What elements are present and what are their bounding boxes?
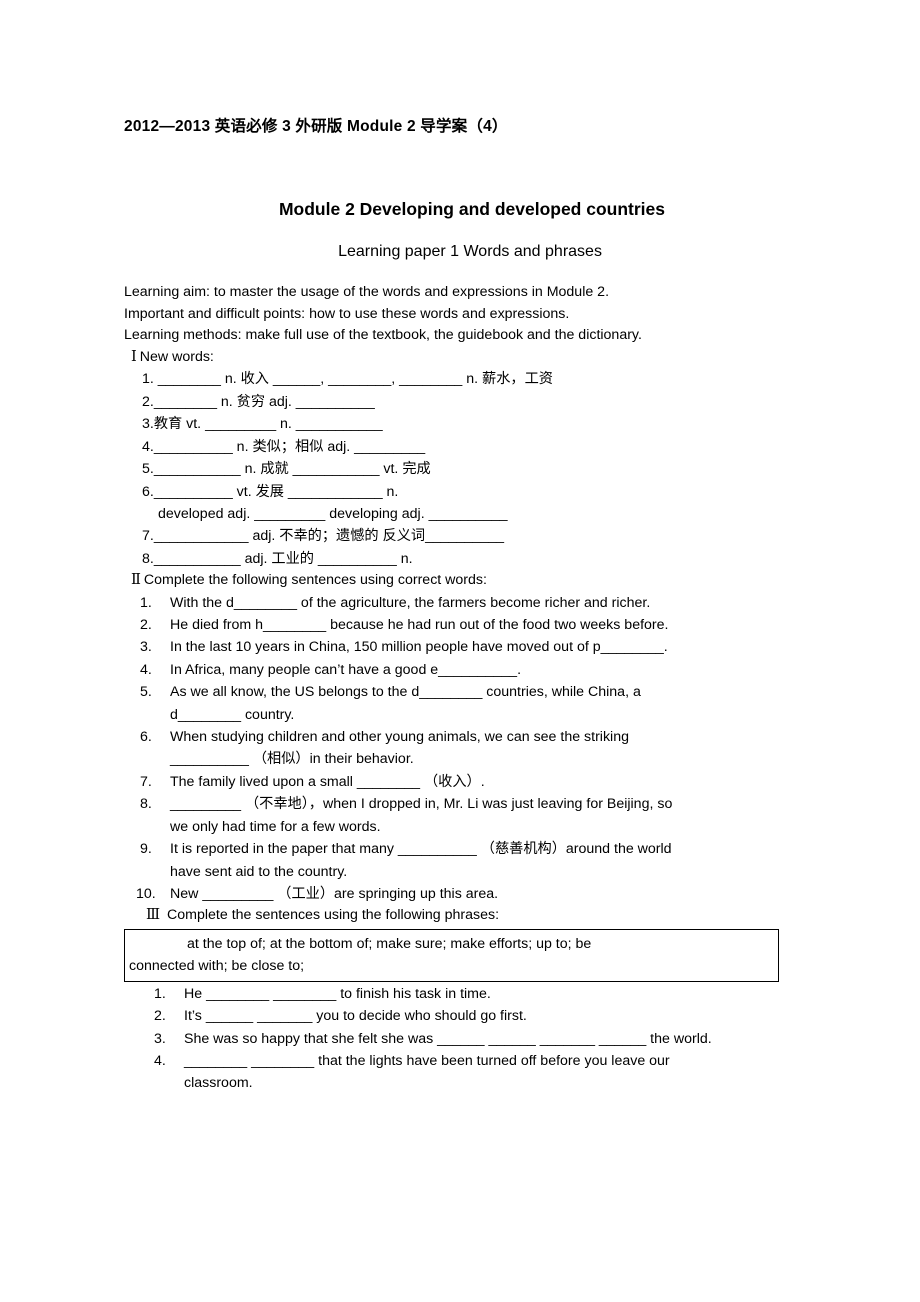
exercise-text: In the last 10 years in China, 150 milli… bbox=[170, 639, 668, 656]
section-two-list: 1. With the d________ of the agriculture… bbox=[124, 592, 794, 906]
learning-methods: Learning methods: make full use of the t… bbox=[124, 327, 642, 344]
new-word-row-continuation: developed adj. _________ developing adj.… bbox=[158, 505, 508, 522]
exercise-text: When studying children and other young a… bbox=[170, 729, 629, 746]
exercise-number: 9. bbox=[140, 841, 152, 858]
exercise-number: 3. bbox=[154, 1030, 166, 1047]
exercise-item: 4. In Africa, many people can’t have a g… bbox=[124, 659, 794, 681]
new-words-list: 1. ________ n. 收入 ______, ________, ____… bbox=[124, 368, 794, 570]
exercise-number: 8. bbox=[140, 796, 152, 813]
section-one-heading: Ⅰ New words: bbox=[124, 347, 794, 369]
phrase-bank-line: at the top of; at the bottom of; make su… bbox=[187, 935, 592, 952]
exercise-number: 4. bbox=[140, 661, 152, 678]
exercise-text-continuation: d________ country. bbox=[170, 706, 295, 723]
exercise-text: In Africa, many people can’t have a good… bbox=[170, 661, 522, 678]
exercise-item: 6. When studying children and other youn… bbox=[124, 726, 794, 771]
module-title: Module 2 Developing and developed countr… bbox=[278, 198, 666, 219]
exercise-number: 7. bbox=[140, 773, 152, 790]
important-points: Important and difficult points: how to u… bbox=[124, 305, 570, 322]
exercise-text: It is reported in the paper that many __… bbox=[170, 841, 672, 858]
exercise-item: 2. He died from h________ because he had… bbox=[124, 614, 794, 636]
exercise-item: 2. It’s ______ _______ you to decide who… bbox=[124, 1005, 794, 1027]
exercise-text: He ________ ________ to finish his task … bbox=[184, 985, 491, 1002]
document-body: 2012—2013 英语必修 3 外研版 Module 2 导学案（4） Mod… bbox=[124, 118, 794, 1095]
section-two-heading-text: Complete the following sentences using c… bbox=[143, 572, 487, 589]
phrase-bank-line: connected with; be close to; bbox=[129, 957, 305, 974]
paper-title: Learning paper 1 Words and phrases bbox=[338, 243, 602, 261]
new-word-row: 8.___________ adj. 工业的 __________ n. bbox=[142, 550, 413, 567]
exercise-item: 3. In the last 10 years in China, 150 mi… bbox=[124, 636, 794, 658]
exercise-item: 5. As we all know, the US belongs to the… bbox=[124, 681, 794, 726]
section-two-numeral: Ⅱ bbox=[131, 572, 141, 589]
exercise-item: 1. He ________ ________ to finish his ta… bbox=[124, 983, 794, 1005]
new-word-row: 1. ________ n. 收入 ______, ________, ____… bbox=[142, 371, 553, 388]
header-spacer bbox=[124, 137, 794, 199]
new-word-row: 6.__________ vt. 发展 ____________ n. bbox=[142, 483, 399, 500]
exercise-number: 4. bbox=[154, 1053, 166, 1070]
phrase-bank-box: at the top of; at the bottom of; make su… bbox=[124, 928, 779, 982]
section-one-heading-text: New words: bbox=[139, 348, 214, 365]
exercise-item: 7. The family lived upon a small _______… bbox=[124, 771, 794, 793]
exercise-item: 3. She was so happy that she felt she wa… bbox=[124, 1028, 794, 1050]
exercise-text: She was so happy that she felt she was _… bbox=[184, 1030, 712, 1047]
exercise-text: With the d________ of the agriculture, t… bbox=[170, 594, 651, 611]
exercise-text: He died from h________ because he had ru… bbox=[170, 617, 669, 634]
new-word-row: 7.____________ adj. 不幸的；遗憾的 反义词_________… bbox=[142, 528, 504, 545]
new-word-row: 5.___________ n. 成就 ___________ vt. 完成 bbox=[142, 461, 431, 478]
exercise-text: ________ ________ that the lights have b… bbox=[184, 1053, 670, 1070]
learning-aim: Learning aim: to master the usage of the… bbox=[124, 284, 610, 301]
exercise-item: 10. New _________ （工业）are springing up t… bbox=[124, 883, 794, 905]
exercise-item: 8. _________ （不幸地），when I dropped in, Mr… bbox=[124, 793, 794, 838]
exercise-text-continuation: have sent aid to the country. bbox=[170, 863, 348, 880]
exercise-number: 6. bbox=[140, 729, 152, 746]
new-word-row: 2.________ n. 贫穷 adj. __________ bbox=[142, 393, 375, 410]
exercise-number: 2. bbox=[140, 617, 152, 634]
exercise-text: The family lived upon a small ________ （… bbox=[170, 773, 485, 790]
exercise-number: 2. bbox=[154, 1008, 166, 1025]
section-three-numeral: Ⅲ bbox=[146, 907, 161, 924]
exercise-number: 5. bbox=[140, 684, 152, 701]
section-one-numeral: Ⅰ bbox=[131, 348, 137, 365]
section-two-heading: Ⅱ Complete the following sentences using … bbox=[124, 570, 794, 592]
exercise-item: 9. It is reported in the paper that many… bbox=[124, 838, 794, 883]
exercise-text-continuation: __________ （相似）in their behavior. bbox=[170, 751, 414, 768]
exercise-number: 1. bbox=[140, 594, 152, 611]
exercise-text: New _________ （工业）are springing up this … bbox=[170, 885, 499, 902]
section-three-list: 1. He ________ ________ to finish his ta… bbox=[124, 983, 794, 1095]
exercise-item: 4. ________ ________ that the lights hav… bbox=[124, 1050, 794, 1095]
exercise-text-continuation: we only had time for a few words. bbox=[170, 818, 381, 835]
exercise-text: _________ （不幸地），when I dropped in, Mr. L… bbox=[170, 796, 673, 813]
exercise-text: It’s ______ _______ you to decide who sh… bbox=[184, 1008, 527, 1025]
new-word-row: 4.__________ n. 类似；相似 adj. _________ bbox=[142, 438, 426, 455]
section-three-heading: Ⅲ Complete the sentences using the follo… bbox=[124, 905, 794, 927]
new-word-row: 3.教育 vt. _________ n. ___________ bbox=[142, 416, 383, 433]
exercise-text: As we all know, the US belongs to the d_… bbox=[170, 684, 641, 701]
exercise-text-continuation: classroom. bbox=[184, 1075, 253, 1092]
exercise-number: 3. bbox=[140, 639, 152, 656]
exercise-item: 1. With the d________ of the agriculture… bbox=[124, 592, 794, 614]
section-three-heading-text: Complete the sentences using the followi… bbox=[167, 907, 500, 924]
document-header: 2012—2013 英语必修 3 外研版 Module 2 导学案（4） bbox=[124, 118, 508, 135]
document-page: 2012—2013 英语必修 3 外研版 Module 2 导学案（4） Mod… bbox=[0, 0, 920, 1302]
exercise-number: 1. bbox=[154, 985, 166, 1002]
exercise-number: 10. bbox=[136, 885, 156, 902]
paper-title-spacer bbox=[124, 262, 794, 282]
title-spacer bbox=[124, 220, 794, 242]
